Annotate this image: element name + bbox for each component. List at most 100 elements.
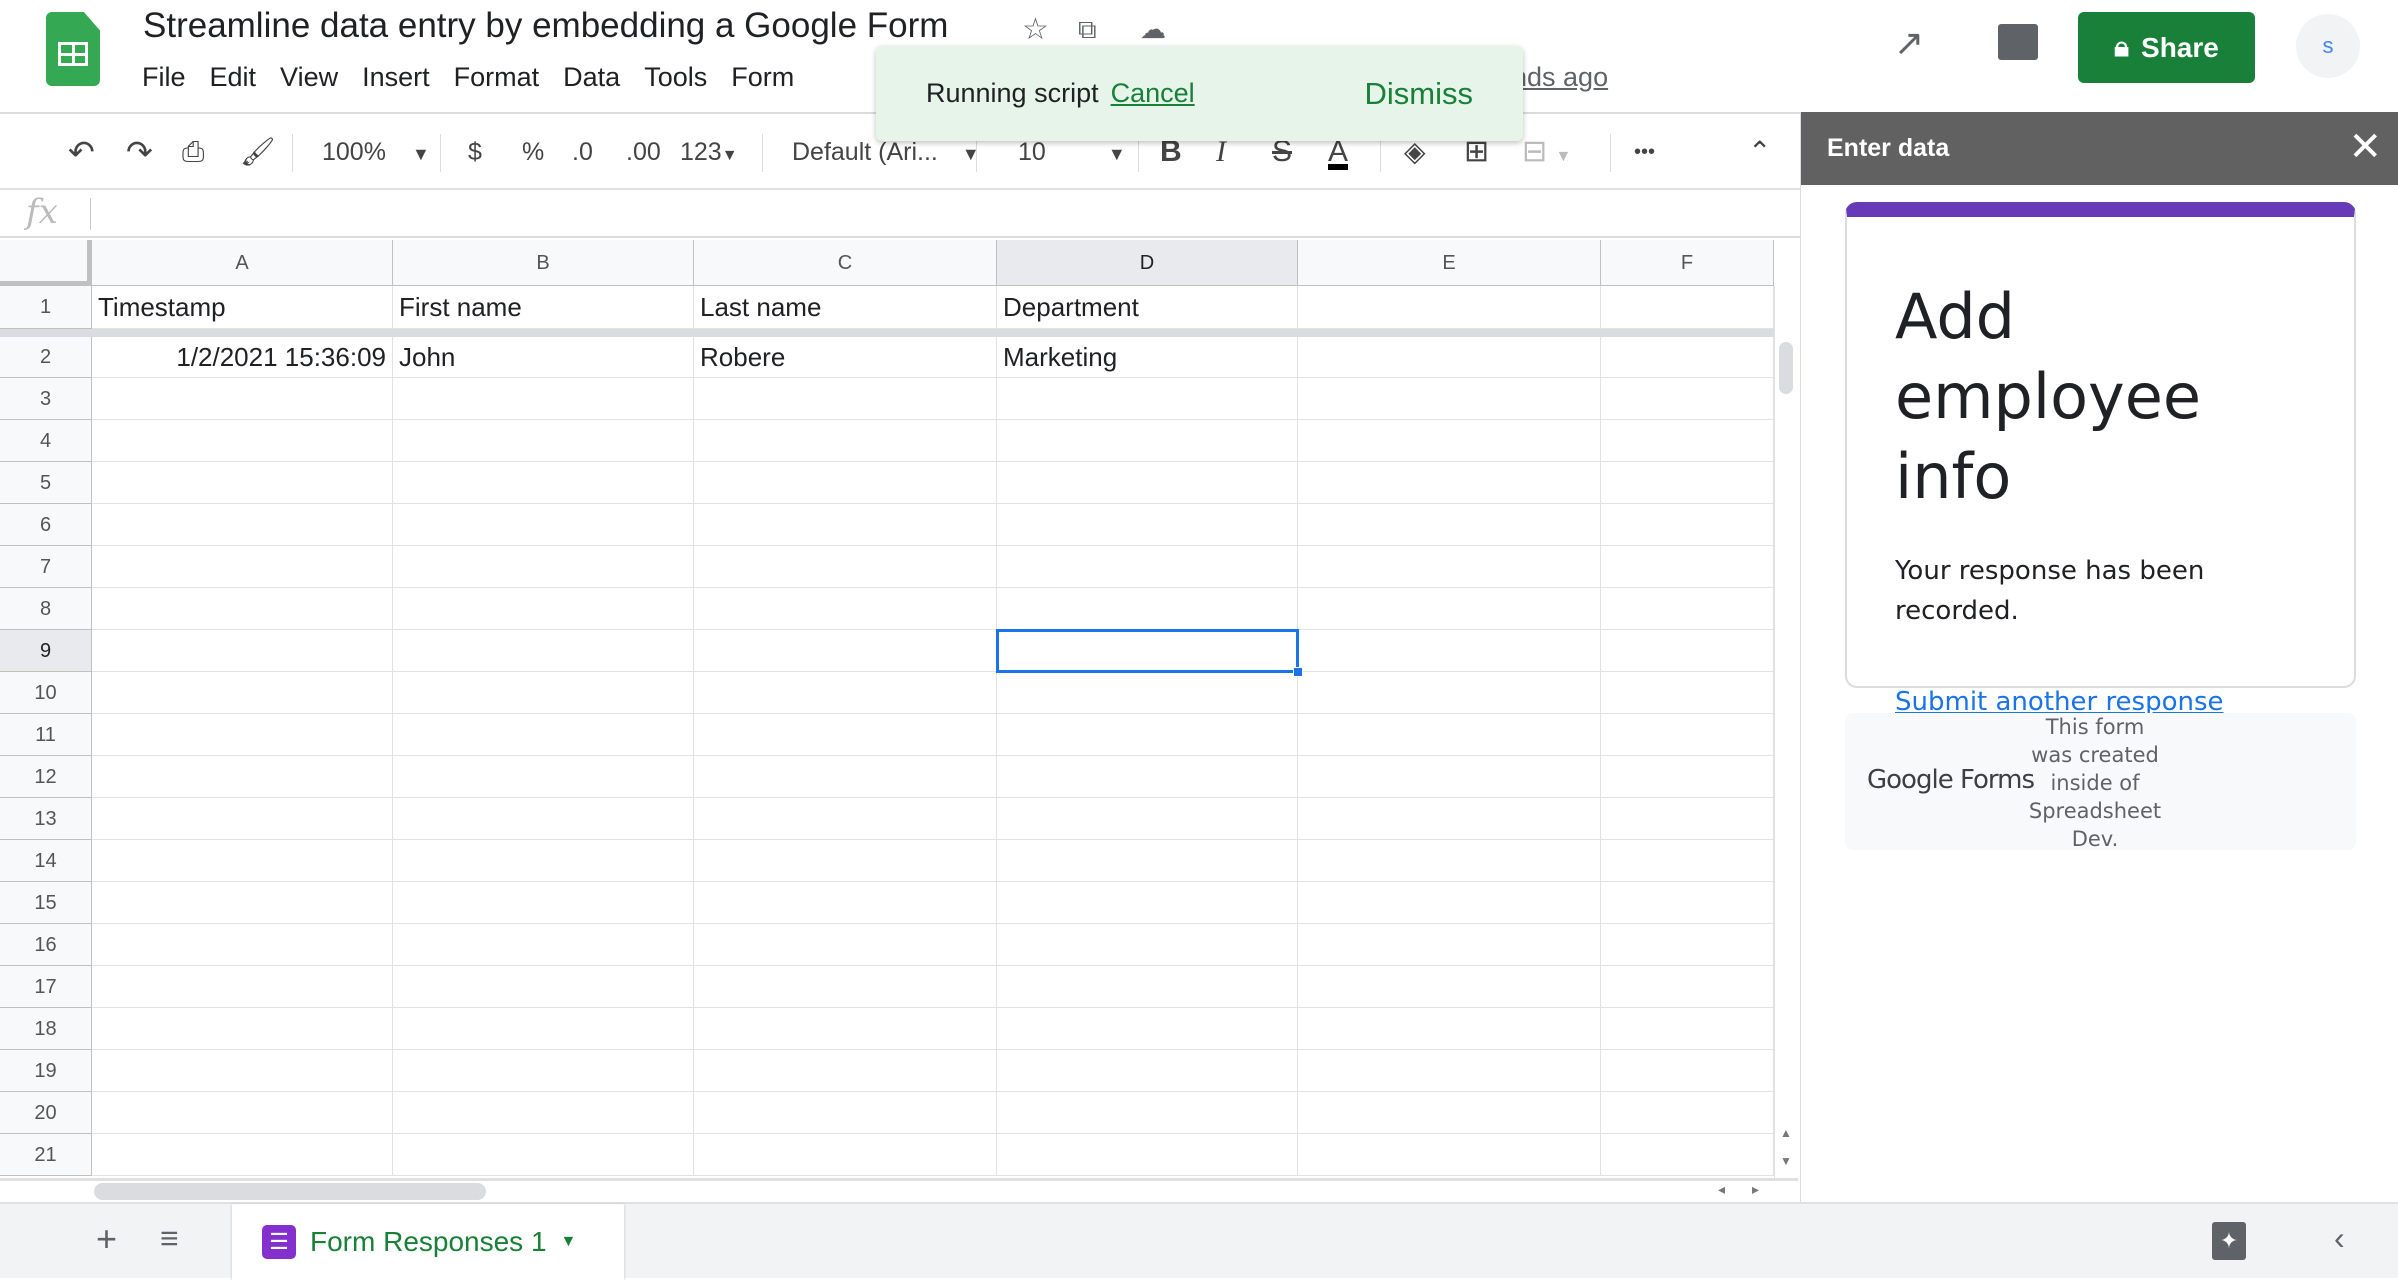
cell-E5[interactable]: [1298, 462, 1601, 504]
collapse-side-panel-icon[interactable]: ‹: [2334, 1220, 2345, 1257]
cell-A13[interactable]: [92, 798, 393, 840]
select-all-corner[interactable]: [0, 240, 92, 286]
cell-B5[interactable]: [393, 462, 694, 504]
cell-E20[interactable]: [1298, 1092, 1601, 1134]
cell-B15[interactable]: [393, 882, 694, 924]
scroll-down-icon[interactable]: ▼: [1780, 1154, 1792, 1168]
scroll-left-icon[interactable]: ◂: [1718, 1181, 1725, 1198]
cell-E15[interactable]: [1298, 882, 1601, 924]
cell-C12[interactable]: [694, 756, 997, 798]
cell-C21[interactable]: [694, 1134, 997, 1176]
cell-F13[interactable]: [1601, 798, 1774, 840]
cell-B9[interactable]: [393, 630, 694, 672]
cell-D16[interactable]: [997, 924, 1298, 966]
more-icon[interactable]: •••: [1634, 134, 1655, 170]
cell-E21[interactable]: [1298, 1134, 1601, 1176]
column-header-b[interactable]: B: [393, 240, 694, 286]
cell-F21[interactable]: [1601, 1134, 1774, 1176]
cell-C11[interactable]: [694, 714, 997, 756]
close-icon[interactable]: ✕: [2348, 124, 2382, 170]
formula-input[interactable]: [100, 198, 1780, 230]
cell-B7[interactable]: [393, 546, 694, 588]
menu-data[interactable]: Data: [563, 62, 620, 93]
cell-E10[interactable]: [1298, 672, 1601, 714]
row-header[interactable]: 15: [0, 882, 92, 924]
menu-insert[interactable]: Insert: [362, 62, 430, 93]
cell-E6[interactable]: [1298, 504, 1601, 546]
cell-B3[interactable]: [393, 378, 694, 420]
row-header[interactable]: 12: [0, 756, 92, 798]
cell-E8[interactable]: [1298, 588, 1601, 630]
cell-F19[interactable]: [1601, 1050, 1774, 1092]
cell-E2[interactable]: [1298, 337, 1601, 378]
cell-F15[interactable]: [1601, 882, 1774, 924]
cell-D19[interactable]: [997, 1050, 1298, 1092]
cell-B17[interactable]: [393, 966, 694, 1008]
scroll-up-icon[interactable]: ▲: [1780, 1126, 1792, 1140]
cell-B2[interactable]: John: [393, 337, 694, 378]
cell-F2[interactable]: [1601, 337, 1774, 378]
cell-C14[interactable]: [694, 840, 997, 882]
chevron-down-icon[interactable]: ▼: [561, 1233, 577, 1251]
cell-D14[interactable]: [997, 840, 1298, 882]
cell-E7[interactable]: [1298, 546, 1601, 588]
frozen-row-divider[interactable]: [0, 329, 1774, 337]
cell-C20[interactable]: [694, 1092, 997, 1134]
cell-F1[interactable]: [1601, 286, 1774, 329]
cell-C3[interactable]: [694, 378, 997, 420]
cell-C13[interactable]: [694, 798, 997, 840]
cell-A18[interactable]: [92, 1008, 393, 1050]
cell-E17[interactable]: [1298, 966, 1601, 1008]
selected-cell-outline[interactable]: [996, 629, 1303, 677]
column-header-c[interactable]: C: [694, 240, 997, 286]
cell-E11[interactable]: [1298, 714, 1601, 756]
cell-D4[interactable]: [997, 420, 1298, 462]
cell-D6[interactable]: [997, 504, 1298, 546]
increase-decimal-button[interactable]: .00: [626, 134, 661, 170]
cell-D13[interactable]: [997, 798, 1298, 840]
cell-B11[interactable]: [393, 714, 694, 756]
cell-A1[interactable]: Timestamp: [92, 286, 393, 329]
cell-B20[interactable]: [393, 1092, 694, 1134]
cell-B19[interactable]: [393, 1050, 694, 1092]
row-header[interactable]: 10: [0, 672, 92, 714]
cloud-saved-icon[interactable]: ☁: [1140, 14, 1166, 45]
vertical-scroll-thumb[interactable]: [1779, 342, 1793, 394]
cell-D8[interactable]: [997, 588, 1298, 630]
comments-icon[interactable]: [1998, 24, 2038, 60]
account-avatar[interactable]: s: [2296, 14, 2360, 78]
cell-D5[interactable]: [997, 462, 1298, 504]
cell-A7[interactable]: [92, 546, 393, 588]
row-header[interactable]: 3: [0, 378, 92, 420]
cell-A8[interactable]: [92, 588, 393, 630]
cell-F17[interactable]: [1601, 966, 1774, 1008]
cell-F6[interactable]: [1601, 504, 1774, 546]
document-title[interactable]: Streamline data entry by embedding a Goo…: [143, 6, 948, 46]
dismiss-button[interactable]: Dismiss: [1365, 76, 1474, 112]
cell-D11[interactable]: [997, 714, 1298, 756]
row-header[interactable]: 5: [0, 462, 92, 504]
spreadsheet-grid[interactable]: A B C D E F 1 Timestamp First name Last name Depar…: [0, 240, 1774, 1178]
zoom-select[interactable]: 100% ▼: [322, 134, 430, 170]
cell-C1[interactable]: Last name: [694, 286, 997, 329]
cell-F9[interactable]: [1601, 630, 1774, 672]
menu-form[interactable]: Form: [731, 62, 794, 93]
row-header[interactable]: 19: [0, 1050, 92, 1092]
last-edit-link[interactable]: nds ago: [1512, 62, 1608, 93]
cell-D10[interactable]: [997, 672, 1298, 714]
currency-button[interactable]: $: [468, 134, 482, 170]
cell-C10[interactable]: [694, 672, 997, 714]
cell-D7[interactable]: [997, 546, 1298, 588]
cell-A17[interactable]: [92, 966, 393, 1008]
cell-A2[interactable]: 1/2/2021 15:36:09: [92, 337, 393, 378]
cell-E1[interactable]: [1298, 286, 1601, 329]
cell-C4[interactable]: [694, 420, 997, 462]
cell-B8[interactable]: [393, 588, 694, 630]
row-header[interactable]: 7: [0, 546, 92, 588]
cell-A21[interactable]: [92, 1134, 393, 1176]
add-sheet-icon[interactable]: +: [96, 1218, 117, 1260]
paint-format-icon[interactable]: 🖌︎: [240, 134, 276, 170]
cell-A12[interactable]: [92, 756, 393, 798]
cell-F18[interactable]: [1601, 1008, 1774, 1050]
cell-B16[interactable]: [393, 924, 694, 966]
